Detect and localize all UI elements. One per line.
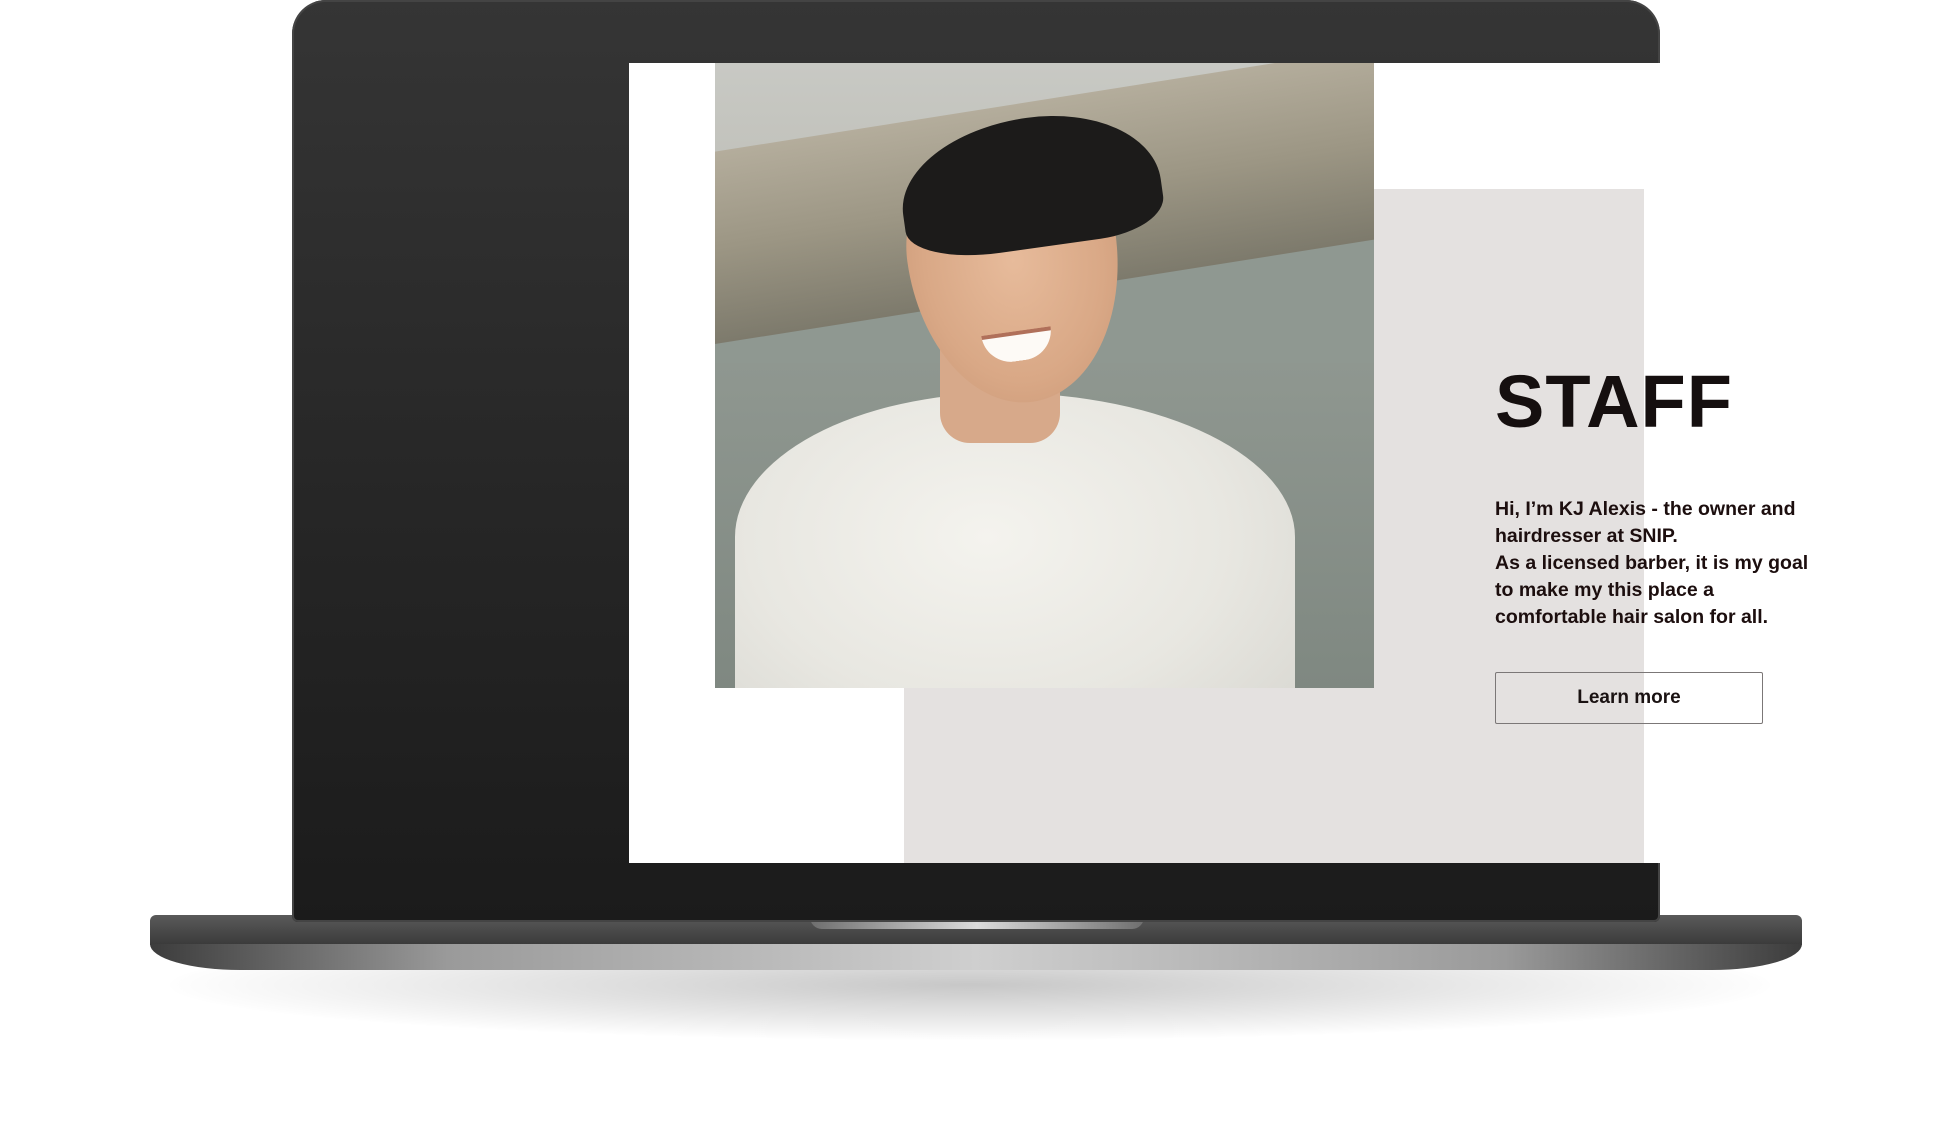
staff-bio: Hi, I’m KJ Alexis - the owner and hairdr… <box>1495 496 1835 631</box>
learn-more-button[interactable]: Learn more <box>1495 672 1763 724</box>
bio-line: comfortable hair salon for all. <box>1495 606 1769 628</box>
bio-line: to make my this place a <box>1495 579 1714 601</box>
laptop-mockup-scene: STAFF Hi, I’m KJ Alexis - the owner and … <box>0 0 1942 1125</box>
section-title: STAFF <box>1495 360 1733 443</box>
laptop-lid: STAFF Hi, I’m KJ Alexis - the owner and … <box>292 0 1907 922</box>
bio-line: As a licensed barber, it is my goal <box>1495 552 1809 574</box>
laptop-base-edge <box>150 944 1802 970</box>
staff-portrait-photo <box>715 63 1374 688</box>
bio-line: hairdresser at SNIP. <box>1495 525 1678 547</box>
bio-line: Hi, I’m KJ Alexis - the owner and <box>1495 498 1796 520</box>
website-viewport: STAFF Hi, I’m KJ Alexis - the owner and … <box>629 63 1907 863</box>
